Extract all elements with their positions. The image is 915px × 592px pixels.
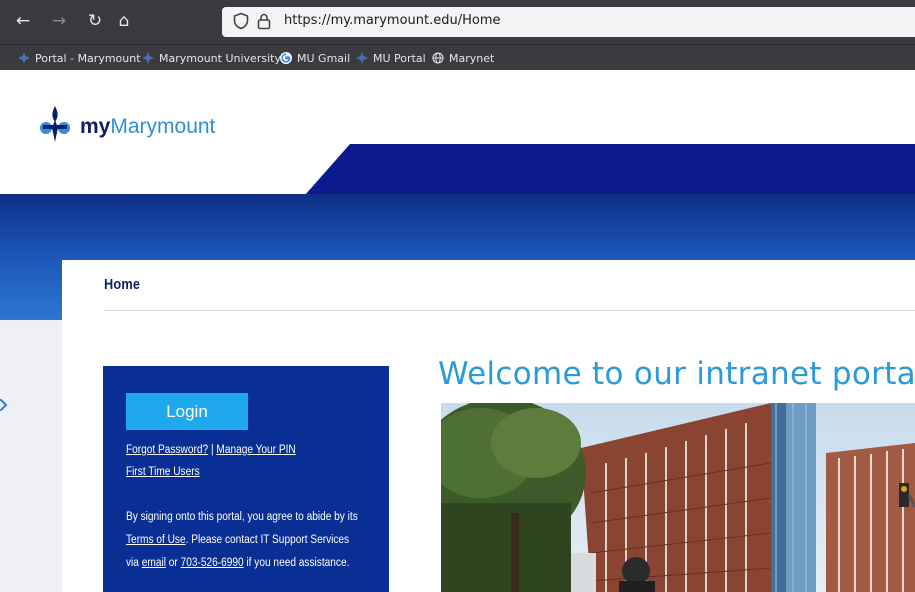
divider	[104, 310, 915, 311]
google-icon	[280, 52, 292, 64]
reload-icon[interactable]: ↻	[84, 10, 106, 32]
bookmark-label: Marynet	[449, 52, 495, 65]
notice-line-3: via email or 703-526-6990 if you need as…	[126, 557, 349, 569]
browser-window: ← → ↻ ⌂ https://my.marymount.edu/Home Po…	[0, 0, 915, 592]
globe-icon	[432, 52, 444, 64]
bookmark-label: MU Gmail	[297, 52, 351, 65]
forward-arrow-icon[interactable]: →	[48, 10, 70, 32]
notice-line-1: By signing onto this portal, you agree t…	[126, 511, 358, 523]
notice-line-2: Terms of Use. Please contact IT Support …	[126, 534, 349, 546]
assistance-text: if you need assistance.	[246, 557, 350, 569]
email-link[interactable]: email	[142, 557, 166, 569]
url-text[interactable]: https://my.marymount.edu/Home	[284, 13, 501, 28]
welcome-heading: Welcome to our intranet portal	[438, 356, 915, 392]
main-content: Home Login Forgot Password? | Manage You…	[62, 260, 915, 592]
forgot-password-link[interactable]: Forgot Password?	[126, 444, 208, 456]
left-background-strip	[0, 320, 62, 592]
campus-photo-image	[441, 403, 915, 592]
logo-marymount: Marymount	[110, 115, 216, 138]
back-arrow-icon[interactable]: ←	[12, 10, 34, 32]
marymount-fleur-icon	[142, 52, 154, 64]
or-text: or	[168, 557, 178, 569]
address-bar[interactable]: https://my.marymount.edu/Home	[222, 7, 915, 37]
bookmark-mu-gmail[interactable]: MU Gmail	[280, 51, 350, 67]
bookmark-marymount-university[interactable]: Marymount University	[142, 51, 281, 67]
bookmark-portal-marymount[interactable]: Portal - Marymount	[18, 51, 141, 67]
bookmark-label: MU Portal	[373, 52, 426, 65]
first-time-users-link[interactable]: First Time Users	[126, 466, 200, 478]
marymount-fleur-icon	[18, 52, 30, 64]
terms-of-use-link[interactable]: Terms of Use	[126, 534, 186, 546]
login-button[interactable]: Login	[126, 393, 248, 430]
breadcrumb[interactable]: Home	[104, 276, 140, 293]
bookmark-marynet[interactable]: Marynet	[432, 51, 494, 67]
link-separator: |	[210, 444, 214, 456]
notice-text: . Please contact IT Support Services	[185, 534, 350, 546]
shield-icon[interactable]	[232, 12, 250, 30]
bookmark-label: Portal - Marymount	[35, 52, 141, 65]
browser-toolbar: ← → ↻ ⌂ https://my.marymount.edu/Home	[0, 0, 915, 44]
site-header: myMarymount	[0, 70, 915, 195]
login-panel: Login Forgot Password? | Manage Your PIN…	[103, 366, 389, 592]
marymount-logo-icon[interactable]	[38, 104, 72, 144]
lock-icon[interactable]	[256, 12, 272, 30]
bookmark-label: Marymount University	[159, 52, 281, 65]
manage-pin-link[interactable]: Manage Your PIN	[216, 444, 295, 456]
via-text: via	[126, 557, 139, 569]
site-logo-text[interactable]: myMarymount	[80, 115, 215, 139]
home-icon[interactable]: ⌂	[113, 10, 135, 32]
password-links: Forgot Password? | Manage Your PIN	[126, 444, 296, 456]
bookmarks-bar: Portal - Marymount Marymount University …	[0, 44, 915, 70]
phone-link[interactable]: 703-526-6990	[181, 557, 244, 569]
logo-my: my	[80, 115, 111, 138]
campus-photo	[441, 403, 915, 592]
bookmark-mu-portal[interactable]: MU Portal	[356, 51, 426, 67]
marymount-fleur-icon	[356, 52, 368, 64]
first-time-row: First Time Users	[126, 466, 200, 478]
chevron-right-icon	[0, 399, 8, 411]
